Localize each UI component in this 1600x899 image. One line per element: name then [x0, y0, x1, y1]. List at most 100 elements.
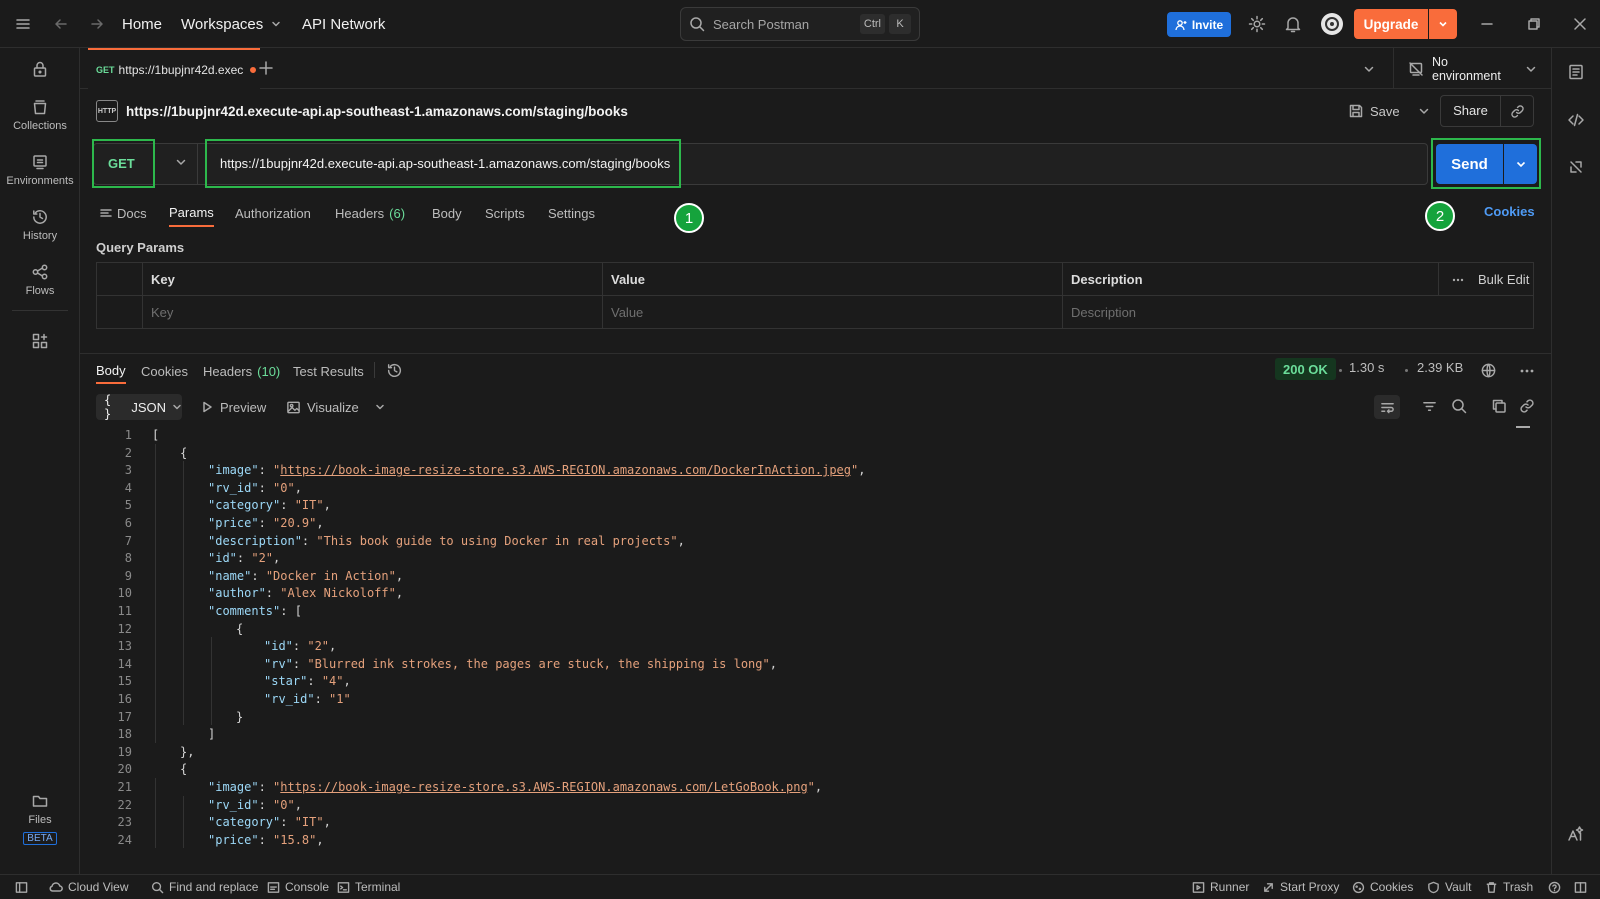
notifications-bell-icon[interactable]: [1285, 0, 1301, 48]
shortcut-ctrl: Ctrl: [859, 14, 885, 34]
tab-docs[interactable]: Docs: [100, 199, 147, 227]
more-options-icon[interactable]: [1452, 278, 1464, 282]
ai-assistant-icon[interactable]: [1567, 824, 1585, 842]
response-tab-headers[interactable]: Headers (10): [203, 358, 280, 384]
wrap-lines-icon[interactable]: [1374, 395, 1400, 419]
response-tab-body[interactable]: Body: [96, 358, 126, 384]
nav-workspaces[interactable]: Workspaces: [181, 0, 281, 48]
chevron-down-icon[interactable]: [375, 402, 385, 412]
minimap-indicator[interactable]: [1516, 426, 1530, 428]
url-input[interactable]: https://1bupjnr42d.execute-api.ap-southe…: [205, 139, 681, 188]
copy-link-icon[interactable]: [1501, 104, 1533, 119]
send-options-chevron-icon[interactable]: [1504, 144, 1537, 184]
minimize-icon[interactable]: [1480, 0, 1494, 48]
tab-headers[interactable]: Headers (6): [335, 199, 405, 227]
response-tab-cookies[interactable]: Cookies: [141, 358, 188, 384]
line-number: 23: [117, 815, 132, 830]
shortcut-k: K: [889, 14, 911, 34]
menu-icon[interactable]: [15, 0, 31, 48]
cookies-link[interactable]: Cookies: [1484, 204, 1535, 219]
cloud-view-button[interactable]: Cloud View: [49, 875, 128, 899]
json-punctuation: }: [236, 709, 244, 724]
json-punctuation: :: [258, 797, 274, 812]
avatar[interactable]: [1320, 0, 1344, 48]
description-input[interactable]: Description: [1062, 296, 1532, 329]
related-collections-icon[interactable]: [1567, 158, 1585, 176]
restore-window-icon[interactable]: [1527, 0, 1541, 48]
trash-button[interactable]: Trash: [1485, 875, 1533, 899]
request-title-text[interactable]: https://1bupjnr42d.execute-api.ap-southe…: [126, 104, 628, 119]
json-punctuation: ,: [294, 797, 302, 812]
indent-guide: [155, 443, 156, 743]
sidebar-item-history[interactable]: History: [0, 208, 80, 242]
response-tab-test-results[interactable]: Test Results: [293, 358, 364, 384]
link-icon[interactable]: [1519, 398, 1535, 414]
nav-home[interactable]: Home: [122, 0, 162, 48]
terminal-button[interactable]: Terminal: [337, 875, 400, 899]
visualize-button[interactable]: Visualize: [286, 394, 385, 420]
json-punctuation: ,: [395, 568, 404, 583]
save-options-chevron-icon[interactable]: [1418, 105, 1430, 117]
sidebar-item-flows[interactable]: Flows: [0, 263, 80, 297]
response-history-icon[interactable]: [386, 362, 403, 379]
tabs-overflow-chevron-icon[interactable]: [1363, 63, 1375, 75]
tab-params[interactable]: Params: [169, 199, 214, 227]
sidebar-item-collections[interactable]: Collections: [0, 98, 80, 132]
code-line: 16 "rv_id": "1": [80, 690, 351, 708]
nav-api-network[interactable]: API Network: [302, 0, 385, 48]
tab-authorization[interactable]: Authorization: [235, 199, 311, 227]
network-globe-icon[interactable]: [1480, 362, 1497, 379]
format-select[interactable]: { } JSON: [96, 393, 182, 421]
find-replace-button[interactable]: Find and replace: [151, 875, 258, 899]
toggle-sidebar-icon[interactable]: [15, 875, 28, 899]
filter-icon[interactable]: [1422, 399, 1437, 414]
bulk-edit-button[interactable]: Bulk Edit: [1478, 272, 1529, 287]
response-more-icon[interactable]: [1520, 369, 1534, 373]
runner-button[interactable]: Runner: [1192, 875, 1249, 899]
value-input[interactable]: Value: [602, 296, 1062, 329]
close-window-icon[interactable]: [1573, 0, 1587, 48]
help-icon[interactable]: [1548, 875, 1561, 899]
runner-label: Runner: [1210, 880, 1250, 894]
key-input[interactable]: Key: [142, 296, 602, 329]
upgrade-dropdown-chevron-icon[interactable]: [1429, 9, 1457, 39]
share-button[interactable]: Share: [1441, 96, 1501, 126]
method-chevron-down-icon[interactable]: [175, 156, 187, 168]
vault-button[interactable]: Vault: [1427, 875, 1471, 899]
back-arrow-icon[interactable]: [53, 0, 69, 48]
preview-button[interactable]: Preview: [200, 394, 266, 420]
tab-settings[interactable]: Settings: [548, 199, 595, 227]
search-input[interactable]: Search Postman Ctrl K: [680, 7, 920, 41]
search-icon[interactable]: [1451, 398, 1467, 414]
new-tab-plus-icon[interactable]: [259, 61, 273, 75]
sidebar-item-environments[interactable]: Environments: [0, 153, 80, 187]
forward-arrow-icon[interactable]: [89, 0, 105, 48]
console-button[interactable]: Console: [267, 875, 329, 899]
tab-body[interactable]: Body: [432, 199, 462, 227]
request-tab-active[interactable]: GET https://1bupjnr42d.exec: [88, 48, 260, 89]
sidebar-item-files[interactable]: Files BETA: [0, 792, 80, 845]
trash-icon: [1485, 881, 1498, 894]
json-string: "0": [273, 480, 295, 495]
settings-gear-icon[interactable]: [1248, 0, 1266, 48]
two-pane-layout-icon[interactable]: [1574, 875, 1587, 899]
send-button[interactable]: Send: [1436, 144, 1503, 184]
column-header-key: Key: [151, 272, 175, 287]
json-url-link[interactable]: https://book-image-resize-store.s3.AWS-R…: [280, 780, 807, 794]
environment-select[interactable]: No environment: [1393, 48, 1551, 89]
save-button[interactable]: Save: [1348, 96, 1430, 126]
code-line: 23 "category": "IT",: [80, 813, 331, 831]
start-proxy-button[interactable]: Start Proxy: [1262, 875, 1339, 899]
lock-icon[interactable]: [0, 60, 80, 78]
method-select[interactable]: GET: [92, 139, 155, 188]
cookies-button[interactable]: Cookies: [1352, 875, 1413, 899]
copy-icon[interactable]: [1491, 398, 1507, 414]
code-snippet-icon[interactable]: [1567, 111, 1585, 129]
invite-button[interactable]: Invite: [1167, 12, 1231, 37]
documentation-icon[interactable]: [1567, 63, 1585, 81]
upgrade-button[interactable]: Upgrade: [1354, 9, 1428, 39]
tab-scripts[interactable]: Scripts: [485, 199, 525, 227]
json-url-link[interactable]: https://book-image-resize-store.s3.AWS-R…: [280, 463, 851, 477]
add-apps-icon[interactable]: [0, 332, 80, 350]
json-punctuation: {: [180, 445, 188, 460]
